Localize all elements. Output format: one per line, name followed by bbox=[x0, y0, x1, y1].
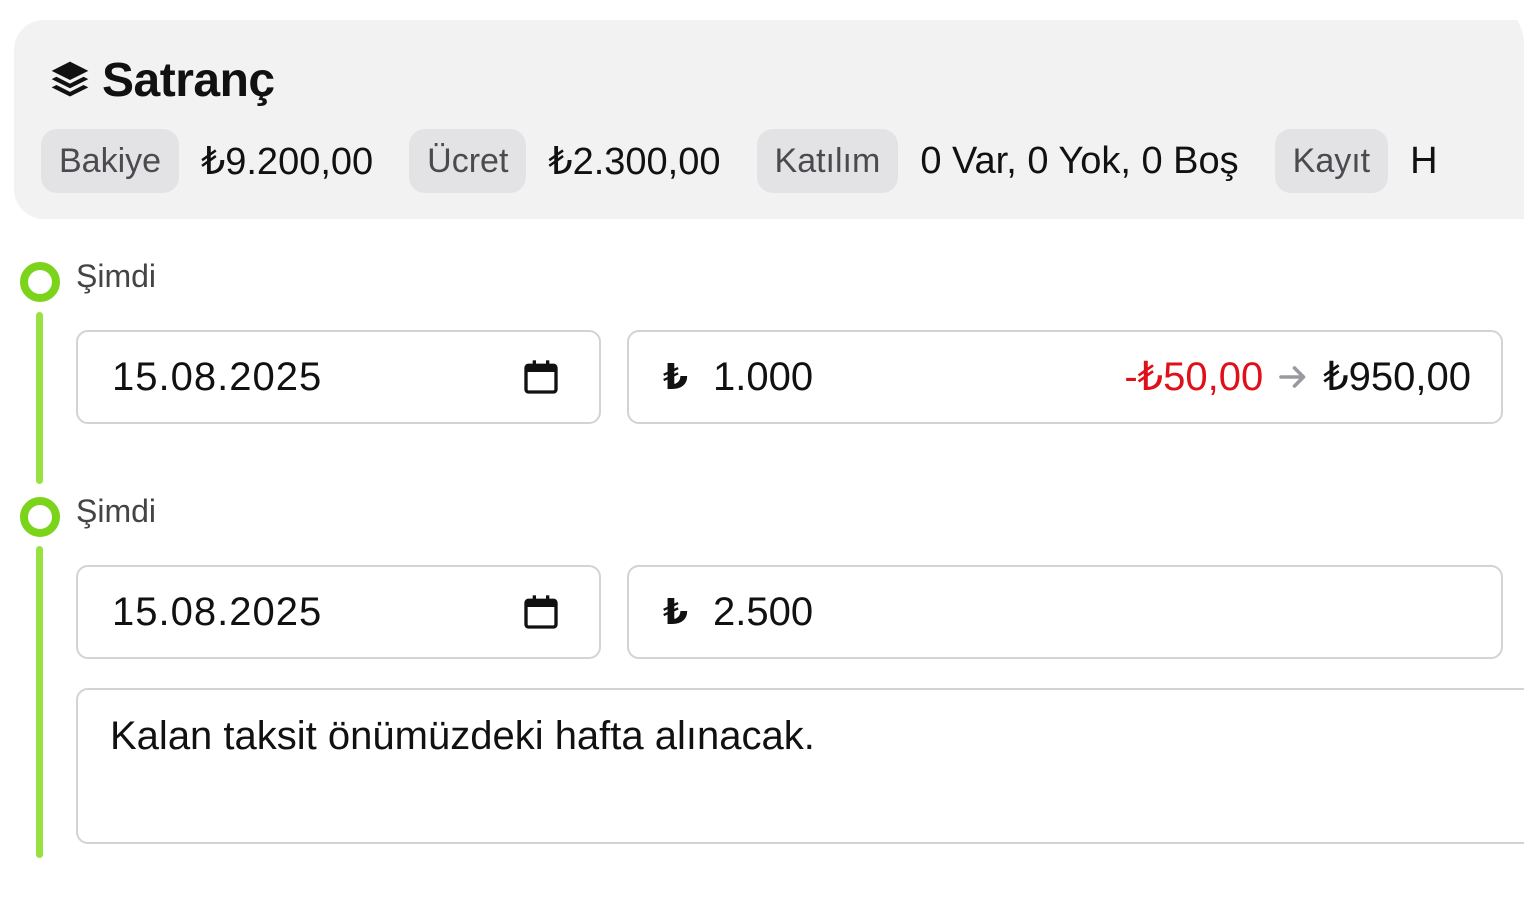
discount-summary: -₺50,00 ₺950,00 bbox=[1124, 354, 1471, 400]
net-amount: ₺950,00 bbox=[1323, 355, 1471, 399]
timeline-dot bbox=[20, 262, 60, 302]
balance-value: ₺9.200,00 bbox=[201, 140, 374, 183]
amount-value: 2.500 bbox=[713, 589, 814, 634]
timeline-entry-label: Şimdi bbox=[76, 258, 157, 294]
payments-card: Satranç Bakiye ₺9.200,00 Ücret ₺2.300,00… bbox=[0, 0, 1524, 897]
course-title-row: Satranç bbox=[48, 50, 275, 110]
balance-label: Bakiye bbox=[41, 129, 180, 193]
registration-value: H bbox=[1410, 139, 1438, 182]
note-textarea[interactable]: Kalan taksit önümüzdeki hafta alınacak. bbox=[76, 688, 1524, 844]
stats-bar: Bakiye ₺9.200,00 Ücret ₺2.300,00 Katılım… bbox=[41, 129, 1474, 193]
amount-field[interactable]: ₺ 1.000 -₺50,00 ₺950,00 bbox=[627, 330, 1503, 424]
course-title: Satranç bbox=[102, 53, 275, 107]
fee-value: ₺2.300,00 bbox=[548, 140, 721, 183]
calendar-icon[interactable] bbox=[521, 357, 561, 397]
arrow-right-icon bbox=[1279, 366, 1306, 388]
attendance-label: Katılım bbox=[756, 129, 899, 193]
date-value: 15.08.2025 bbox=[112, 589, 323, 634]
fee-label: Ücret bbox=[409, 129, 527, 193]
attendance-value: 0 Var, 0 Yok, 0 Boş bbox=[920, 139, 1239, 182]
amount-value: 1.000 bbox=[713, 354, 814, 399]
timeline-line bbox=[36, 312, 43, 484]
timeline-line bbox=[36, 546, 43, 858]
discount-value: -₺50,00 bbox=[1124, 355, 1264, 399]
timeline-dot bbox=[20, 497, 60, 537]
amount-field[interactable]: ₺ 2.500 bbox=[627, 565, 1503, 659]
date-field[interactable]: 15.08.2025 bbox=[76, 565, 601, 659]
stack-layers-icon bbox=[51, 61, 89, 97]
app-frame: Satranç Bakiye ₺9.200,00 Ücret ₺2.300,00… bbox=[0, 0, 1524, 897]
calendar-icon[interactable] bbox=[521, 592, 561, 632]
currency-symbol: ₺ bbox=[663, 591, 689, 632]
currency-symbol: ₺ bbox=[663, 356, 689, 397]
timeline-entry-label: Şimdi bbox=[76, 493, 157, 529]
date-field[interactable]: 15.08.2025 bbox=[76, 330, 601, 424]
registration-label: Kayıt bbox=[1274, 129, 1389, 193]
date-value: 15.08.2025 bbox=[112, 354, 323, 399]
